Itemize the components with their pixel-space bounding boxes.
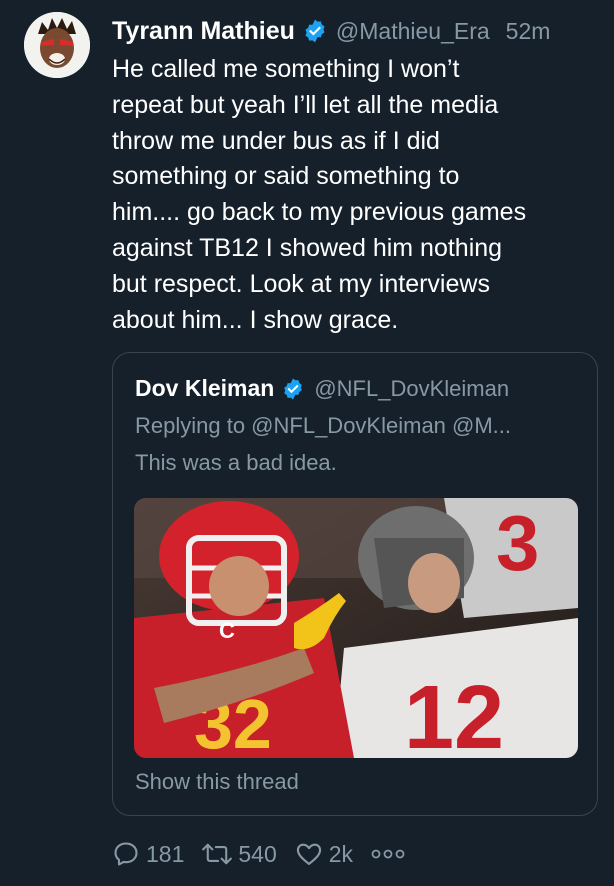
like-button[interactable]: 2k bbox=[295, 840, 353, 868]
reply-icon bbox=[114, 842, 138, 866]
verified-badge-icon bbox=[284, 378, 303, 399]
retweet-button[interactable]: 540 bbox=[202, 840, 277, 868]
verified-badge-icon bbox=[305, 19, 325, 43]
quoted-tweet-text: This was a bad idea. bbox=[135, 450, 337, 475]
retweet-icon bbox=[202, 843, 233, 865]
like-icon bbox=[296, 843, 321, 865]
show-thread-link[interactable]: Show this thread bbox=[135, 769, 299, 795]
quoted-author-handle: @NFL_DovKleiman bbox=[314, 375, 510, 401]
svg-text:3: 3 bbox=[496, 499, 539, 587]
author-name[interactable]: Tyrann Mathieu bbox=[112, 17, 295, 46]
tweet-actions: 181 540 2k bbox=[112, 834, 429, 874]
svg-text:C: C bbox=[219, 618, 235, 643]
author-avatar[interactable] bbox=[24, 12, 90, 78]
retweet-count: 540 bbox=[238, 840, 277, 867]
replying-to: Replying to @NFL_DovKleiman @M... bbox=[135, 413, 512, 438]
like-count: 2k bbox=[328, 840, 354, 867]
tweet-time[interactable]: 52m bbox=[506, 18, 551, 45]
svg-text:12: 12 bbox=[404, 668, 504, 758]
reply-count: 181 bbox=[146, 840, 185, 867]
reply-button[interactable]: 181 bbox=[112, 840, 184, 868]
tweet-text: He called me something I won’t repeat bu… bbox=[112, 55, 527, 334]
quoted-author-name: Dov Kleiman bbox=[135, 375, 275, 401]
quoted-tweet-header: Dov Kleiman @NFL_DovKleiman bbox=[135, 375, 509, 402]
more-icon bbox=[371, 849, 405, 859]
quoted-tweet-image[interactable]: 3 12 C 32 bbox=[134, 498, 578, 758]
quoted-tweet[interactable]: Dov Kleiman @NFL_DovKleiman Replying to … bbox=[112, 352, 598, 816]
more-button[interactable] bbox=[371, 847, 411, 861]
author-handle[interactable]: @Mathieu_Era bbox=[336, 18, 490, 45]
tweet-header: Tyrann Mathieu @Mathieu_Era 52m bbox=[112, 14, 602, 48]
